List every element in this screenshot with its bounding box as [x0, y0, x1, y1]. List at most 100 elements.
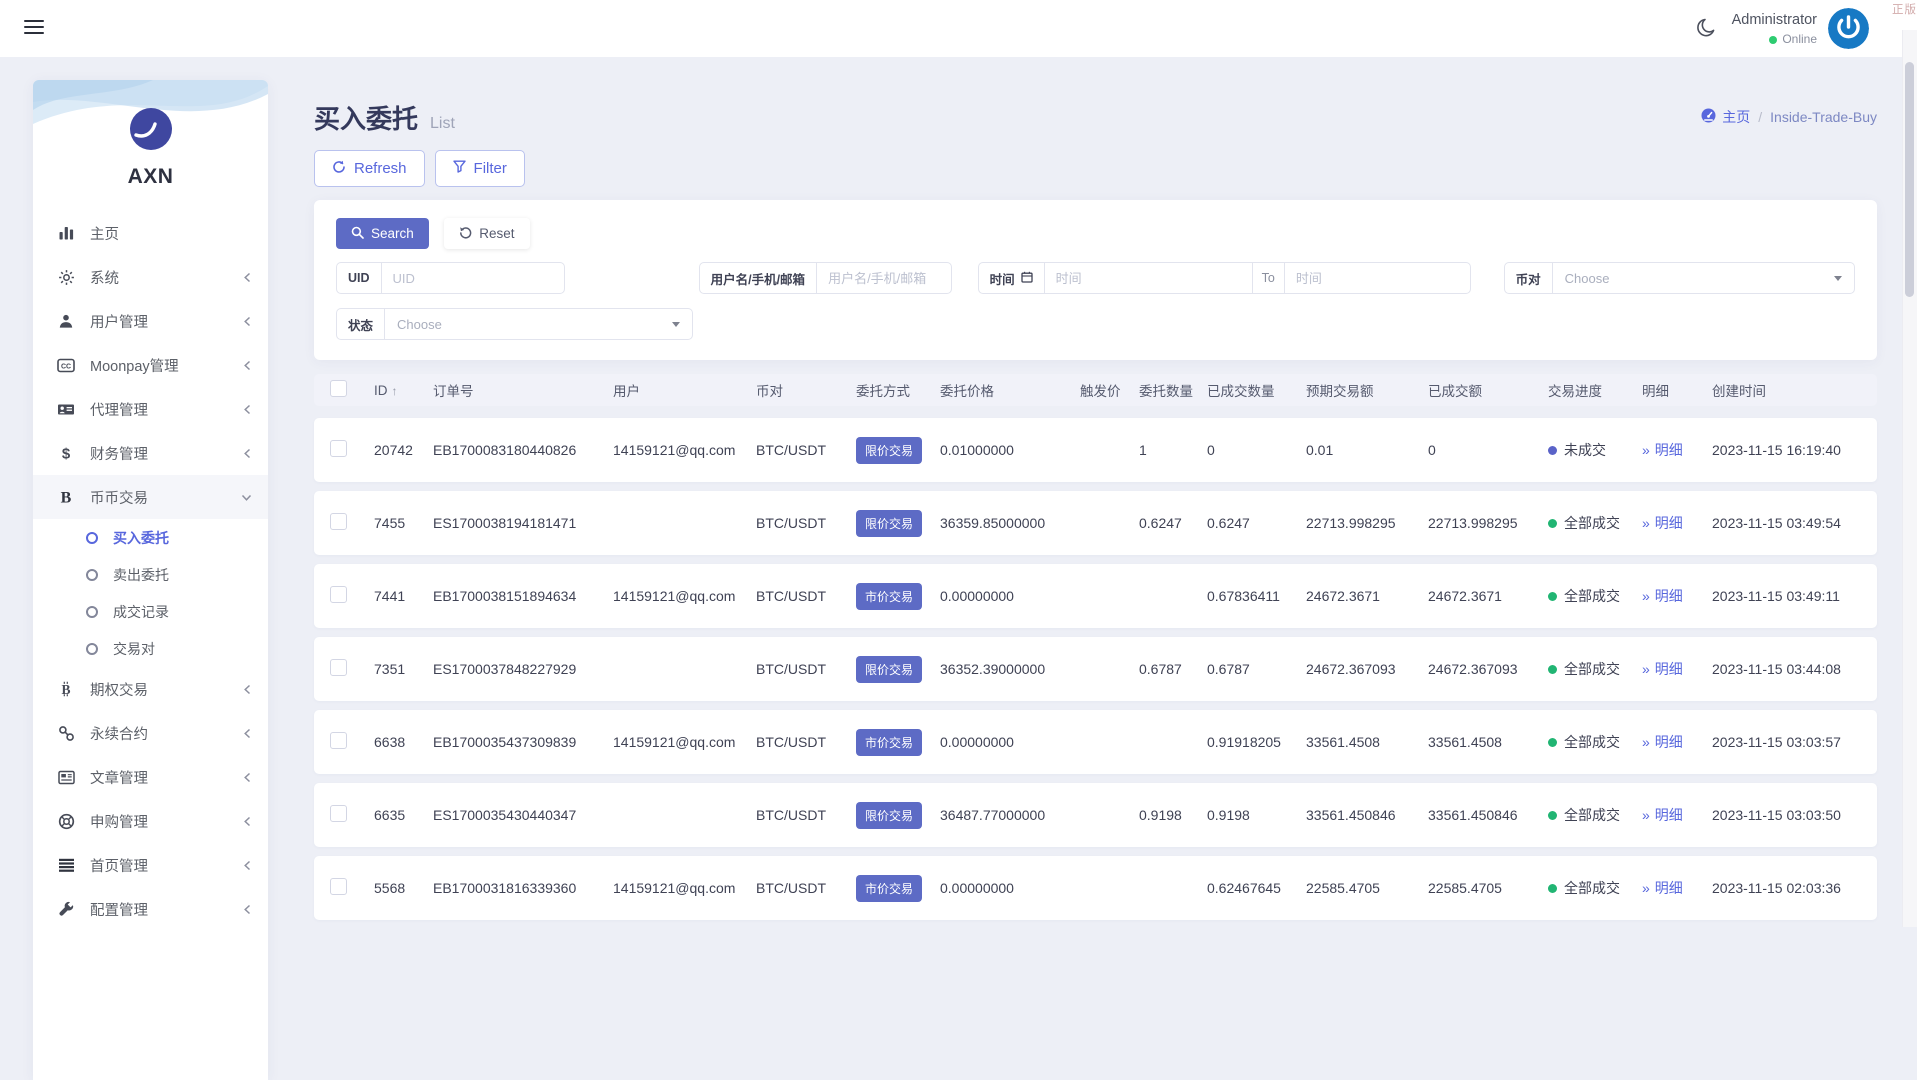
sidebar: AXN 主页系统用户管理CCMoonpay管理代理管理$财务管理B币币交易买入委…	[33, 80, 268, 1080]
double-arrow-icon: »	[1642, 734, 1650, 750]
detail-link[interactable]: »明细	[1642, 880, 1683, 896]
refresh-icon	[332, 160, 346, 178]
row-checkbox[interactable]	[330, 805, 347, 822]
watermark: 正版	[1892, 1, 1917, 17]
cell-progress: 未成交	[1548, 440, 1642, 460]
chevron-left-icon	[243, 772, 252, 783]
cell-detail: »明细	[1642, 513, 1712, 533]
cell-filled_qty: 0.9198	[1207, 807, 1306, 823]
sidebar-item-article-manage[interactable]: 文章管理	[33, 755, 268, 799]
sidebar-item-moonpay-manage[interactable]: CCMoonpay管理	[33, 343, 268, 387]
sidebar-subitem-trading-pairs[interactable]: 交易对	[33, 630, 268, 667]
cell-filled_total: 33561.450846	[1428, 807, 1548, 823]
cell-filled_qty: 0.62467645	[1207, 880, 1306, 896]
sidebar-item-homepage-manage[interactable]: 首页管理	[33, 843, 268, 887]
column-header-detail: 明细	[1642, 380, 1712, 400]
sidebar-subitem-trade-records[interactable]: 成交记录	[33, 593, 268, 630]
column-header-id[interactable]: ID↑	[374, 383, 433, 398]
cell-detail: »明细	[1642, 440, 1712, 460]
sidebar-item-finance-manage[interactable]: $财务管理	[33, 431, 268, 475]
row-checkbox[interactable]	[330, 440, 347, 457]
detail-link[interactable]: »明细	[1642, 661, 1683, 677]
cell-order_no: ES1700037848227929	[433, 661, 613, 677]
detail-link[interactable]: »明细	[1642, 588, 1683, 604]
sidebar-subitem-buy-orders[interactable]: 买入委托	[33, 519, 268, 556]
sidebar-item-agent-manage[interactable]: 代理管理	[33, 387, 268, 431]
order-type-badge: 市价交易	[856, 583, 922, 610]
table-row: 6635ES1700035430440347BTC/USDT限价交易36487.…	[314, 783, 1877, 847]
order-type-badge: 市价交易	[856, 875, 922, 902]
refresh-button[interactable]: Refresh	[314, 150, 425, 187]
user-name: Administrator	[1732, 11, 1817, 29]
sidebar-menu: 主页系统用户管理 CCMoonpay管理代理管理$财务管理B币币交易买入委托卖出委…	[33, 211, 268, 931]
detail-link[interactable]: »明细	[1642, 515, 1683, 531]
sidebar-subitem-label: 卖出委托	[113, 565, 169, 585]
dark-mode-toggle[interactable]	[1695, 16, 1719, 40]
avatar[interactable]	[1828, 8, 1869, 49]
cell-price: 36352.39000000	[940, 661, 1080, 677]
row-checkbox[interactable]	[330, 878, 347, 895]
cell-created_at: 2023-11-15 03:44:08	[1712, 661, 1877, 677]
time-to-input[interactable]	[1285, 263, 1470, 293]
sidebar-item-home[interactable]: 主页	[33, 211, 268, 255]
sidebar-item-config-manage[interactable]: 配置管理	[33, 887, 268, 931]
cell-expected_total: 22713.998295	[1306, 515, 1428, 531]
time-from-input[interactable]	[1045, 263, 1253, 293]
search-button[interactable]: Search	[336, 218, 429, 249]
row-checkbox[interactable]	[330, 659, 347, 676]
search-panel: Search Reset UID 用户名/手机/邮箱 时间	[314, 200, 1877, 360]
sidebar-item-subscription-manage[interactable]: 申购管理	[33, 799, 268, 843]
time-label: 时间	[979, 263, 1045, 293]
cell-filled_total: 24672.3671	[1428, 588, 1548, 604]
filter-button[interactable]: Filter	[435, 150, 525, 187]
sidebar-item-system[interactable]: 系统	[33, 255, 268, 299]
status-select[interactable]: Choose	[385, 309, 692, 339]
column-header-pair: 币对	[756, 380, 856, 400]
cell-order_no: EB1700083180440826	[433, 442, 613, 458]
cell-order_type: 市价交易	[856, 875, 940, 902]
page-subtitle: List	[430, 115, 455, 133]
reset-button[interactable]: Reset	[444, 218, 529, 249]
sidebar-item-label: 配置管理	[90, 899, 148, 920]
select-all-checkbox[interactable]	[330, 380, 347, 397]
sidebar-item-label: Moonpay管理	[90, 355, 179, 376]
cell-filled_qty: 0.6247	[1207, 515, 1306, 531]
sidebar-subitem-sell-orders[interactable]: 卖出委托	[33, 556, 268, 593]
column-header-progress: 交易进度	[1548, 380, 1642, 400]
sidebar-item-perpetual-contract[interactable]: 永续合约	[33, 711, 268, 755]
column-header-expected_total: 预期交易额	[1306, 380, 1428, 400]
cell-order_type: 限价交易	[856, 510, 940, 537]
scrollbar-track[interactable]	[1902, 30, 1917, 927]
cell-order_type: 市价交易	[856, 729, 940, 756]
uid-input[interactable]	[382, 263, 554, 293]
sidebar-item-label: 用户管理	[90, 311, 148, 332]
chevron-left-icon	[243, 684, 252, 695]
cell-created_at: 2023-11-15 03:03:50	[1712, 807, 1877, 823]
radio-circle-icon	[86, 606, 98, 618]
scrollbar-thumb[interactable]	[1905, 62, 1914, 297]
users-icon	[55, 313, 77, 329]
pair-select[interactable]: Choose	[1553, 263, 1854, 293]
cell-user: 14159121@qq.com	[613, 880, 756, 896]
cell-created_at: 2023-11-15 03:49:11	[1712, 588, 1877, 604]
sidebar-item-options-trading[interactable]: B期权交易	[33, 667, 268, 711]
page-title: 买入委托 List	[314, 99, 455, 136]
progress-status-label: 全部成交	[1564, 805, 1620, 825]
row-checkbox[interactable]	[330, 586, 347, 603]
detail-link[interactable]: »明细	[1642, 734, 1683, 750]
user-menu[interactable]: Administrator Online	[1732, 11, 1817, 47]
sidebar-toggle-button[interactable]	[24, 20, 44, 35]
double-arrow-icon: »	[1642, 880, 1650, 896]
breadcrumb-home-link[interactable]: 主页	[1701, 107, 1750, 127]
column-header-filled_qty: 已成交数量	[1207, 380, 1306, 400]
detail-link[interactable]: »明细	[1642, 807, 1683, 823]
sidebar-item-user-manage[interactable]: 用户管理	[33, 299, 268, 343]
row-checkbox[interactable]	[330, 513, 347, 530]
cell-price: 36487.77000000	[940, 807, 1080, 823]
user-input[interactable]	[817, 263, 951, 293]
sidebar-item-spot-trading[interactable]: B币币交易	[33, 475, 268, 519]
row-checkbox[interactable]	[330, 732, 347, 749]
detail-link[interactable]: »明细	[1642, 442, 1683, 458]
cell-filled_qty: 0.91918205	[1207, 734, 1306, 750]
column-header-filled_total: 已成交额	[1428, 380, 1548, 400]
